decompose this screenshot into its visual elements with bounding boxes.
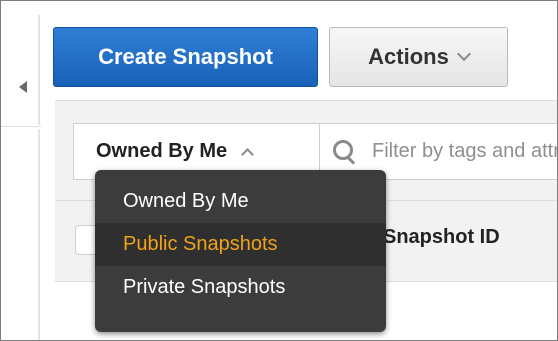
caret-left-icon[interactable] (19, 81, 27, 93)
search-icon (332, 139, 358, 165)
menu-item-private-snapshots[interactable]: Private Snapshots (95, 266, 386, 309)
actions-label: Actions (368, 44, 449, 69)
search-input[interactable] (370, 139, 558, 164)
create-snapshot-label: Create Snapshot (98, 44, 273, 69)
menu-item-public-snapshots[interactable]: Public Snapshots (95, 223, 386, 266)
chevron-up-icon (241, 148, 255, 161)
menu-item-owned-by-me[interactable]: Owned By Me (95, 180, 386, 223)
side-panel-divider-lower (38, 129, 40, 340)
side-panel-strip (1, 1, 41, 340)
column-header-snapshot-id[interactable]: Snapshot ID (383, 226, 500, 249)
chevron-down-icon (456, 46, 471, 62)
owner-filter-menu: Owned By Me Public Snapshots Private Sna… (95, 170, 386, 332)
create-snapshot-button[interactable]: Create Snapshot (53, 27, 318, 87)
owner-filter-value: Owned By Me (96, 140, 228, 162)
side-panel-divider (38, 15, 40, 125)
actions-button[interactable]: Actions (329, 27, 508, 87)
side-panel-separator (1, 126, 41, 127)
